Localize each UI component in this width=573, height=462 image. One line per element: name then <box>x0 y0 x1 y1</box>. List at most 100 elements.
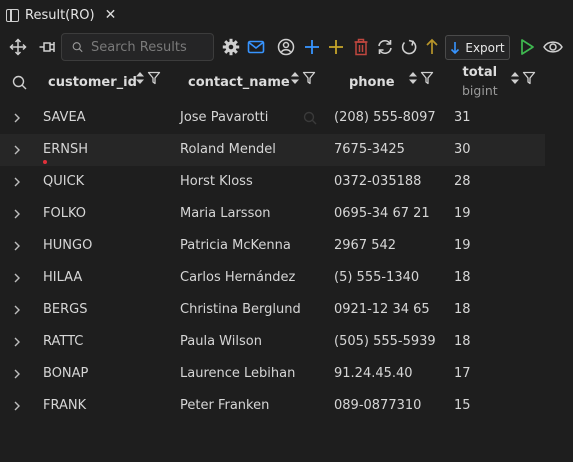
cell-customer-id[interactable]: QUICK <box>43 166 84 198</box>
cell-customer-id[interactable]: BONAP <box>43 358 88 390</box>
chevron-right-icon[interactable] <box>13 336 21 348</box>
result-grid: SAVEA Jose Pavarotti (208) 555-8097 31 E… <box>0 102 573 422</box>
export-button[interactable]: Export <box>445 35 510 60</box>
chevron-right-icon[interactable] <box>13 144 21 156</box>
sort-icon <box>409 72 417 84</box>
search-box[interactable] <box>61 33 214 61</box>
table-row[interactable]: FRANK Peter Franken 089-0877310 15 <box>0 390 573 422</box>
cell-total[interactable]: 17 <box>454 358 471 390</box>
search-input[interactable] <box>89 38 213 56</box>
add-copy-icon[interactable] <box>325 30 347 64</box>
cell-phone[interactable]: 089-0877310 <box>334 390 421 422</box>
sort-filter-customer-id[interactable] <box>135 71 161 85</box>
chevron-right-icon[interactable] <box>13 272 21 284</box>
cell-phone[interactable]: 0695-34 67 21 <box>334 198 430 230</box>
column-header-contact-name[interactable]: contact_name <box>188 64 290 100</box>
row-search-icon[interactable] <box>12 64 27 100</box>
redo-icon[interactable] <box>398 30 420 64</box>
cell-total[interactable]: 18 <box>454 294 471 326</box>
gear-icon[interactable] <box>220 30 242 64</box>
cell-phone[interactable]: (5) 555-1340 <box>334 262 419 294</box>
cell-customer-id[interactable]: RATTC <box>43 326 83 358</box>
close-icon[interactable]: ✕ <box>105 7 117 23</box>
cell-total[interactable]: 19 <box>454 230 471 262</box>
cell-contact-name[interactable]: Christina Berglund <box>180 294 301 326</box>
cell-customer-id[interactable]: ERNSH <box>43 134 88 166</box>
cell-total[interactable]: 28 <box>454 166 471 198</box>
cell-phone[interactable]: (505) 555-5939 <box>334 326 436 358</box>
refresh-icon[interactable] <box>374 30 396 64</box>
cell-total[interactable]: 18 <box>454 326 471 358</box>
sort-filter-phone[interactable] <box>408 71 434 85</box>
arrow-up-icon[interactable] <box>421 30 443 64</box>
chevron-right-icon[interactable] <box>13 304 21 316</box>
cell-contact-name[interactable]: Jose Pavarotti <box>180 102 268 134</box>
cell-total[interactable]: 18 <box>454 262 471 294</box>
column-header-phone[interactable]: phone <box>349 64 395 100</box>
chevron-right-icon[interactable] <box>13 112 21 124</box>
cell-contact-name[interactable]: Horst Kloss <box>180 166 253 198</box>
cell-customer-id[interactable]: BERGS <box>43 294 88 326</box>
cell-contact-name[interactable]: Laurence Lebihan <box>180 358 295 390</box>
pin-icon[interactable] <box>36 30 58 64</box>
cell-contact-name[interactable]: Patricia McKenna <box>180 230 291 262</box>
chevron-right-icon[interactable] <box>13 240 21 252</box>
arrow-down-icon <box>451 42 460 54</box>
changed-cell-marker <box>43 160 47 164</box>
cell-phone[interactable]: (208) 555-8097 <box>334 102 436 134</box>
table-row[interactable]: BERGS Christina Berglund 0921-12 34 65 1… <box>0 294 573 326</box>
chevron-right-icon[interactable] <box>13 176 21 188</box>
cell-phone[interactable]: 7675-3425 <box>334 134 405 166</box>
move-icon[interactable] <box>6 30 30 64</box>
table-row[interactable]: HUNGO Patricia McKenna 2967 542 19 <box>0 230 573 262</box>
table-row[interactable]: BONAP Laurence Lebihan 91.24.45.40 17 <box>0 358 573 390</box>
sort-filter-contact-name[interactable] <box>290 71 316 85</box>
cell-phone[interactable]: 91.24.45.40 <box>334 358 413 390</box>
cell-phone[interactable]: 0921-12 34 65 <box>334 294 430 326</box>
user-icon[interactable] <box>275 30 297 64</box>
column-header-customer-id[interactable]: customer_id <box>48 64 137 100</box>
cell-customer-id[interactable]: HILAA <box>43 262 82 294</box>
cell-customer-id[interactable]: SAVEA <box>43 102 86 134</box>
cell-contact-name[interactable]: Carlos Hernández <box>180 262 295 294</box>
table-row[interactable]: ERNSH Roland Mendel 7675-3425 30 <box>0 134 545 166</box>
tab-label: Result(RO) <box>25 7 95 23</box>
magnifier-icon[interactable] <box>303 111 317 125</box>
chevron-right-icon[interactable] <box>13 208 21 220</box>
cell-total[interactable]: 31 <box>454 102 471 134</box>
table-row[interactable]: QUICK Horst Kloss 0372-035188 28 <box>0 166 573 198</box>
tab-result[interactable]: Result(RO) ✕ <box>6 3 116 27</box>
run-icon[interactable] <box>516 30 538 64</box>
cell-total[interactable]: 15 <box>454 390 471 422</box>
table-row[interactable]: FOLKO Maria Larsson 0695-34 67 21 19 <box>0 198 573 230</box>
chevron-right-icon[interactable] <box>13 400 21 412</box>
delete-icon[interactable] <box>350 30 372 64</box>
table-row[interactable]: SAVEA Jose Pavarotti (208) 555-8097 31 <box>0 102 573 134</box>
sort-filter-total[interactable] <box>510 71 536 85</box>
cell-customer-id[interactable]: HUNGO <box>43 230 92 262</box>
filter-icon <box>302 71 316 85</box>
cell-phone[interactable]: 2967 542 <box>334 230 396 262</box>
cell-phone[interactable]: 0372-035188 <box>334 166 421 198</box>
sort-icon <box>136 72 144 84</box>
mail-icon[interactable] <box>245 30 267 64</box>
cell-customer-id[interactable]: FRANK <box>43 390 86 422</box>
cell-total[interactable]: 19 <box>454 198 471 230</box>
chevron-right-icon[interactable] <box>13 368 21 380</box>
panel-icon <box>6 8 19 22</box>
column-header-total[interactable]: total bigint <box>462 64 498 100</box>
cell-contact-name[interactable]: Maria Larsson <box>180 198 271 230</box>
cell-customer-id[interactable]: FOLKO <box>43 198 86 230</box>
column-header-row: customer_id contact_name phone total big… <box>0 64 573 100</box>
add-row-icon[interactable] <box>301 30 323 64</box>
cell-total[interactable]: 30 <box>454 134 471 166</box>
filter-icon <box>147 71 161 85</box>
tab-bar: Result(RO) ✕ <box>0 0 573 30</box>
table-row[interactable]: HILAA Carlos Hernández (5) 555-1340 18 <box>0 262 573 294</box>
filter-icon <box>522 71 536 85</box>
cell-contact-name[interactable]: Roland Mendel <box>180 134 276 166</box>
table-row[interactable]: RATTC Paula Wilson (505) 555-5939 18 <box>0 326 573 358</box>
cell-contact-name[interactable]: Peter Franken <box>180 390 269 422</box>
eye-icon[interactable] <box>541 30 565 64</box>
cell-contact-name[interactable]: Paula Wilson <box>180 326 262 358</box>
